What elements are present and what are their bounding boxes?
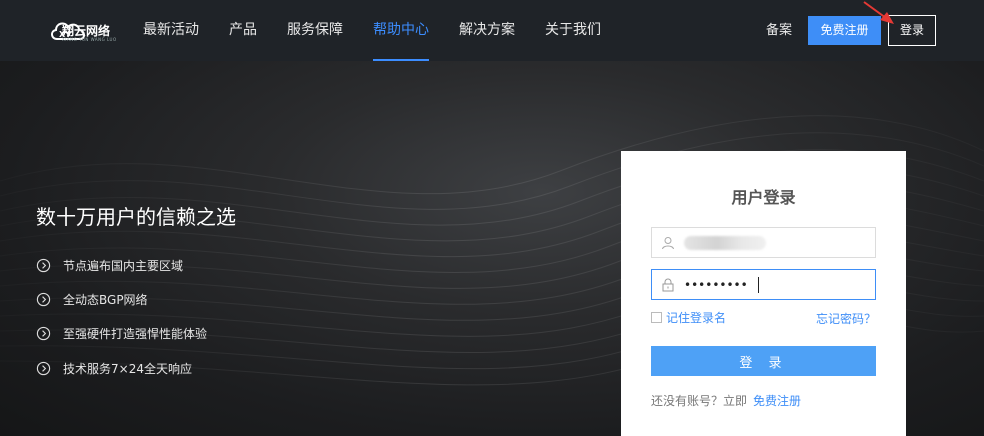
lock-icon bbox=[662, 278, 674, 292]
password-field[interactable]: ••••••••• bbox=[651, 269, 876, 300]
feature-text: 节点遍布国内主要区域 bbox=[63, 258, 184, 273]
forgot-password-link[interactable]: 忘记密码？ bbox=[816, 310, 876, 327]
login-card: 用户登录 ••••••••• 记住登录名 忘记密码？ 登 录 还没有账号？立即免… bbox=[621, 151, 906, 436]
circle-chevron-right-icon bbox=[36, 361, 51, 375]
feature-item: 节点遍布国内主要区域 bbox=[36, 256, 183, 274]
remember-label: 记住登录名 bbox=[666, 310, 727, 325]
red-arrow-annotation-icon bbox=[863, 1, 894, 24]
brand-subtitle: XIANG YUN WANG LUO bbox=[62, 37, 117, 42]
nav-item-about-us[interactable]: 关于我们 bbox=[545, 0, 601, 61]
nav-item-help-center[interactable]: 帮助中心 bbox=[373, 0, 429, 61]
user-icon bbox=[662, 237, 674, 250]
remember-login-checkbox[interactable]: 记住登录名 bbox=[651, 310, 727, 325]
no-account-text: 还没有账号？立即 bbox=[651, 394, 748, 408]
feature-item: 至强硬件打造强悍性能体验 bbox=[36, 324, 207, 342]
circle-chevron-right-icon bbox=[36, 258, 51, 272]
beian-link[interactable]: 备案 bbox=[766, 0, 792, 61]
nav-item-solutions[interactable]: 解决方案 bbox=[459, 0, 515, 61]
banner-slogan: 数十万用户的信赖之选 bbox=[36, 205, 236, 229]
circle-chevron-right-icon bbox=[36, 292, 51, 306]
checkbox-icon[interactable] bbox=[651, 311, 662, 323]
feature-item: 全动态BGP网络 bbox=[36, 290, 148, 308]
password-input[interactable]: ••••••••• bbox=[684, 276, 748, 294]
top-header: XY 翔云网络 XIANG YUN WANG LUO 最新活动 产品 服务保障 … bbox=[0, 0, 984, 61]
nav-item-service[interactable]: 服务保障 bbox=[287, 0, 343, 61]
nav-item-products[interactable]: 产品 bbox=[229, 0, 257, 61]
free-register-link[interactable]: 免费注册 bbox=[753, 394, 801, 408]
feature-text: 全动态BGP网络 bbox=[63, 292, 148, 307]
feature-text: 至强硬件打造强悍性能体验 bbox=[63, 326, 208, 341]
main-nav: 最新活动 产品 服务保障 帮助中心 解决方案 关于我们 bbox=[143, 0, 631, 61]
feature-item: 技术服务7×24全天响应 bbox=[36, 359, 192, 377]
login-title: 用户登录 bbox=[731, 188, 796, 207]
text-caret bbox=[758, 277, 759, 293]
login-submit-button[interactable]: 登 录 bbox=[651, 346, 876, 376]
no-account-prompt: 还没有账号？立即 免费注册 bbox=[651, 392, 801, 409]
feature-text: 技术服务7×24全天响应 bbox=[63, 361, 192, 376]
username-input[interactable] bbox=[684, 232, 869, 254]
circle-chevron-right-icon bbox=[36, 326, 51, 340]
nav-item-latest-activity[interactable]: 最新活动 bbox=[143, 0, 199, 61]
username-field[interactable] bbox=[651, 227, 876, 258]
